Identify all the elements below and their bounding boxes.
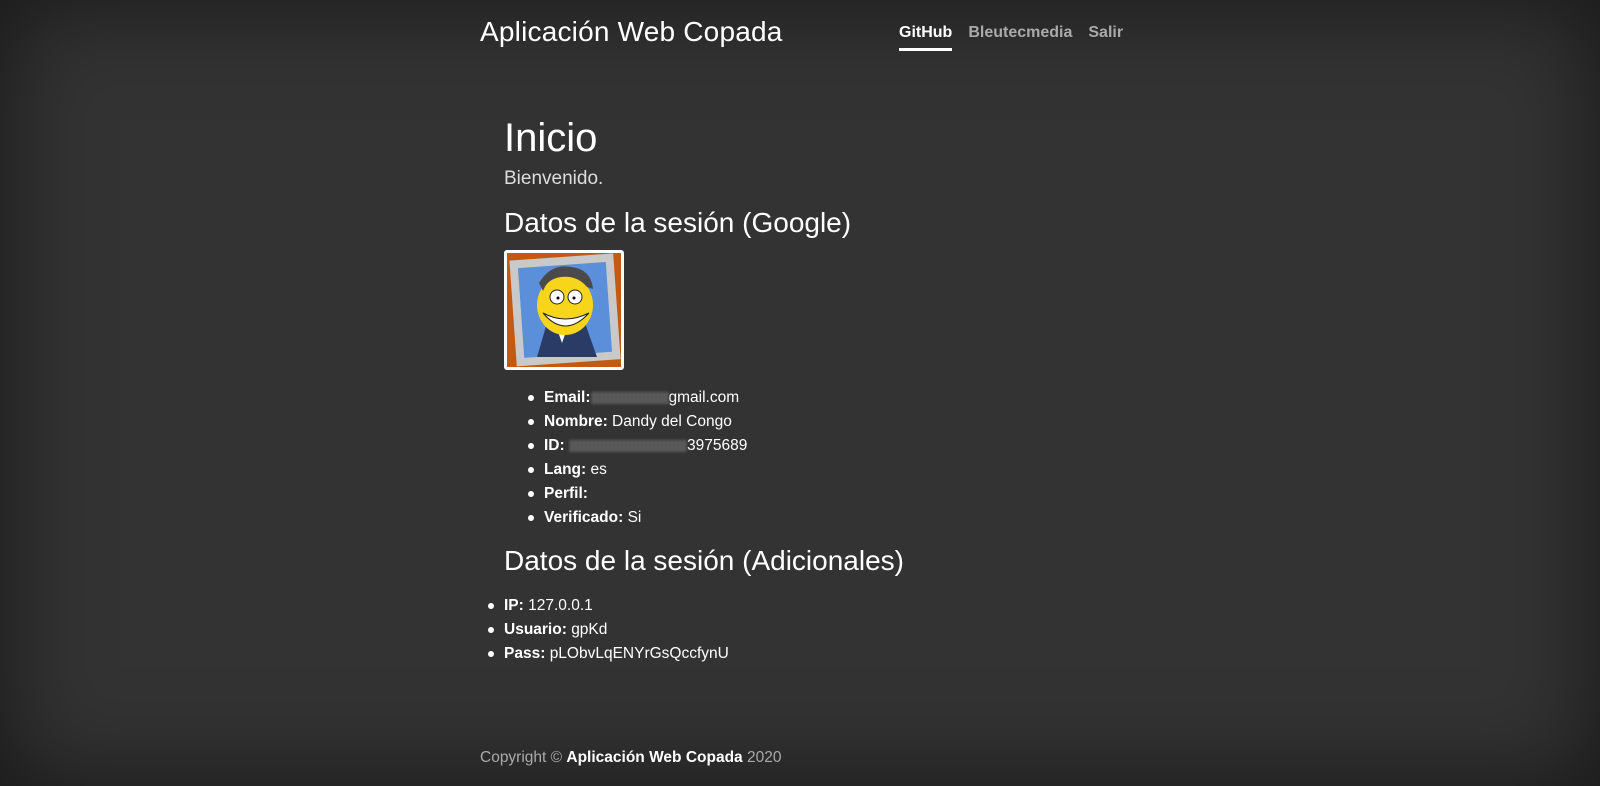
- verified-label: Verificado:: [544, 509, 624, 526]
- additional-data-list: IP: 127.0.0.1 Usuario: gpKd Pass: pLObvL…: [488, 594, 1144, 666]
- list-item: Nombre: Dandy del Congo: [528, 410, 1144, 434]
- name-label: Nombre:: [544, 413, 608, 430]
- ip-value: 127.0.0.1: [528, 597, 593, 614]
- verified-value: Si: [627, 509, 642, 526]
- pass-value: pLObvLqENYrGsQccfynU: [549, 645, 729, 662]
- google-session-heading: Datos de la sesión (Google): [504, 207, 852, 238]
- user-value: gpKd: [571, 621, 608, 638]
- email-label: Email:: [544, 389, 591, 406]
- google-data-list: Email: gmail.com Nombre: Dandy del Congo …: [528, 386, 1144, 530]
- list-item: ID: 3975689: [528, 434, 1144, 458]
- lang-label: Lang:: [544, 461, 587, 478]
- list-item: Usuario: gpKd: [488, 618, 1144, 642]
- nav-github[interactable]: GitHub: [899, 24, 953, 51]
- copyright-prefix: Copyright ©: [480, 749, 563, 766]
- user-label: Usuario:: [504, 621, 567, 638]
- name-value: Dandy del Congo: [612, 413, 732, 430]
- main-content: Inicio Bienvenido. Datos de la sesión (G…: [488, 110, 1144, 666]
- avatar: [504, 250, 624, 370]
- email-value: gmail.com: [668, 389, 740, 406]
- top-nav: GitHub Bleutecmedia Salir: [899, 24, 1123, 51]
- list-item: Pass: pLObvLqENYrGsQccfynU: [488, 642, 1144, 666]
- profile-label: Perfil:: [544, 485, 588, 502]
- additional-session-heading: Datos de la sesión (Adicionales): [504, 545, 904, 576]
- id-label: ID:: [544, 437, 565, 454]
- pass-label: Pass:: [504, 645, 546, 662]
- id-value: 3975689: [686, 437, 748, 454]
- list-item: Verificado: Si: [528, 506, 1144, 530]
- list-item: Lang: es: [528, 458, 1144, 482]
- footer-brand: Aplicación Web Copada: [566, 749, 743, 766]
- brand-title[interactable]: Aplicación Web Copada: [480, 16, 783, 48]
- footer: Copyright © Aplicación Web Copada 2020: [480, 749, 781, 767]
- list-item: Email: gmail.com: [528, 386, 1144, 410]
- page-title: Inicio: [504, 116, 598, 160]
- copyright-year: 2020: [746, 749, 782, 766]
- nav-bleutecmedia[interactable]: Bleutecmedia: [968, 24, 1072, 51]
- ip-label: IP:: [504, 597, 524, 614]
- redacted-block: [568, 439, 687, 452]
- welcome-text: Bienvenido.: [504, 168, 604, 189]
- list-item: Perfil:: [528, 482, 1144, 506]
- list-item: IP: 127.0.0.1: [488, 594, 1144, 618]
- nav-salir[interactable]: Salir: [1088, 24, 1123, 51]
- lang-value: es: [590, 461, 607, 478]
- redacted-block: [590, 391, 669, 404]
